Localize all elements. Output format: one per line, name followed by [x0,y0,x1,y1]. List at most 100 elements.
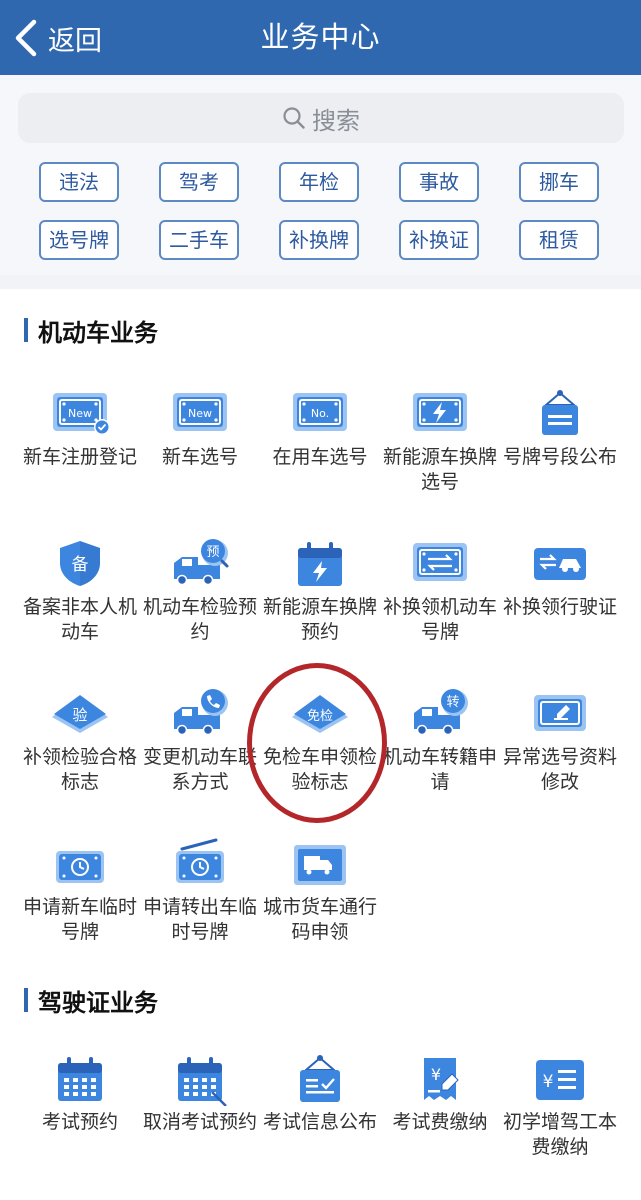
service-item[interactable]: ¥ 初学增驾工本费缴纳 [500,1050,620,1160]
section-title-vehicle: 机动车业务 [24,314,158,347]
service-item-label: 新能源车换牌预约 [262,596,377,643]
service-item[interactable]: 备备案非本人机动车 [20,535,140,645]
service-item-label: 初学增驾工本费缴纳 [502,1111,617,1158]
service-item[interactable]: New 新车注册登记 [20,385,140,470]
service-item[interactable]: ¥ 考试费缴纳 [380,1050,500,1135]
quick-tag[interactable]: 挪车 [519,162,599,202]
service-item-label: 考试费缴纳 [392,1111,488,1133]
quick-tag[interactable]: 驾考 [159,162,239,202]
section-title-license: 驾驶证业务 [24,984,158,1017]
section-divider [0,275,641,289]
service-item-label: 新车选号 [161,446,238,468]
service-item-label: 机动车转籍申请 [382,746,497,793]
service-item[interactable]: 考试预约 [20,1050,140,1135]
service-item-label: 机动车检验预约 [142,596,257,643]
freight-truck-icon [294,845,346,885]
quick-tag[interactable]: 租赁 [519,220,599,260]
service-item[interactable]: 号牌号段公布 [500,385,620,470]
service-item-label: 备案非本人机动车 [22,596,137,643]
edit-plate-icon [534,695,586,731]
section-bar [24,318,28,342]
service-item-label: 补领检验合格标志 [22,746,137,793]
swap-car-icon [534,548,586,580]
temp-plate-radio-icon [176,838,224,883]
search-icon [283,107,305,129]
search-input[interactable]: 搜索 [18,93,624,143]
quick-tag[interactable]: 违法 [39,162,119,202]
new-plate-check-icon: New [53,393,110,435]
service-item-label: 号牌号段公布 [502,446,617,468]
service-item[interactable]: 取消考试预约 [140,1050,260,1135]
svg-text:New: New [68,407,92,420]
svg-text:¥: ¥ [431,1065,441,1084]
search-placeholder: 搜索 [312,106,360,135]
service-item-label: 申请转出车临时号牌 [142,896,257,943]
service-item[interactable]: 申请转出车临时号牌 [140,835,260,945]
temp-plate-clock-icon [56,851,104,883]
number-plate-icon: No. [293,393,347,431]
service-item[interactable]: 申请新车临时号牌 [20,835,140,945]
service-item-label: 补换领行驶证 [502,596,617,618]
notice-board-icon [542,390,578,435]
truck-reserve-icon: 预 [174,539,229,586]
service-item-label: 变更机动车联系方式 [142,746,257,793]
section-title-text: 机动车业务 [38,318,158,347]
calendar-cancel-icon [178,1057,227,1106]
service-item[interactable]: 城市货车通行码申领 [260,835,380,945]
exam-notice-icon [300,1055,340,1102]
service-item-label: 申请新车临时号牌 [22,896,137,943]
page-title: 业务中心 [260,20,381,54]
section-bar [24,988,28,1012]
service-item[interactable]: 考试信息公布 [260,1050,380,1135]
service-item-label: 新能源车换牌选号 [382,446,497,493]
section-title-text: 驾驶证业务 [38,988,158,1017]
shield-record-icon: 备 [60,541,100,586]
service-item[interactable]: 验补领检验合格标志 [20,685,140,795]
service-item[interactable]: 补换领机动车号牌 [380,535,500,645]
service-item-label: 异常选号资料修改 [502,746,617,793]
service-item-label: 免检车申领检验标志 [262,746,377,793]
swap-plate-icon [413,543,467,581]
service-item[interactable]: 补换领行驶证 [500,535,620,620]
exempt-diamond-icon: 免检 [292,695,348,733]
service-item-label: 考试预约 [41,1111,118,1133]
svg-text:¥: ¥ [543,1072,554,1092]
service-item[interactable]: 转机动车转籍申请 [380,685,500,795]
svg-text:转: 转 [446,695,459,710]
quick-tag[interactable]: 二手车 [159,220,239,260]
service-item[interactable]: 变更机动车联系方式 [140,685,260,795]
service-item-label: 新车注册登记 [22,446,137,468]
truck-phone-icon [174,689,228,736]
svg-text:备: 备 [72,555,89,575]
quick-tag[interactable]: 补换证 [399,220,479,260]
ev-plate-icon [413,393,467,431]
calendar-bolt-icon [298,542,342,586]
service-item[interactable]: No. 在用车选号 [260,385,380,470]
service-item[interactable]: 新能源车换牌选号 [380,385,500,495]
inspect-diamond-icon: 验 [52,695,108,733]
header-bar: 返回 业务中心 [0,0,641,75]
service-item[interactable]: 免检免检车申领检验标志 [260,685,380,795]
service-item-label: 取消考试预约 [142,1111,257,1133]
service-item-label: 在用车选号 [272,446,368,468]
quick-tag[interactable]: 事故 [399,162,479,202]
quick-area: 搜索 违法 驾考 年检 事故 挪车选号牌 二手车 补换牌 补换证 租赁 [0,75,641,275]
quick-tag[interactable]: 补换牌 [279,220,359,260]
svg-text:预: 预 [206,545,219,560]
truck-transfer-icon: 转 [414,689,468,736]
service-item[interactable]: 新能源车换牌预约 [260,535,380,645]
fee-receipt-icon: ¥ [424,1058,459,1100]
quick-tag[interactable]: 选号牌 [39,220,119,260]
svg-text:验: 验 [72,706,87,724]
service-item[interactable]: 预机动车检验预约 [140,535,260,645]
fee-list-icon: ¥ [536,1060,584,1100]
quick-tag[interactable]: 年检 [279,162,359,202]
calendar-grid-icon [58,1057,102,1101]
svg-text:New: New [188,407,212,420]
new-plate-icon: New [173,393,227,431]
service-item-label: 考试信息公布 [262,1111,377,1133]
service-item-label: 补换领机动车号牌 [382,596,497,643]
service-item[interactable]: 异常选号资料修改 [500,685,620,795]
svg-text:免检: 免检 [307,709,333,724]
service-item[interactable]: New 新车选号 [140,385,260,470]
